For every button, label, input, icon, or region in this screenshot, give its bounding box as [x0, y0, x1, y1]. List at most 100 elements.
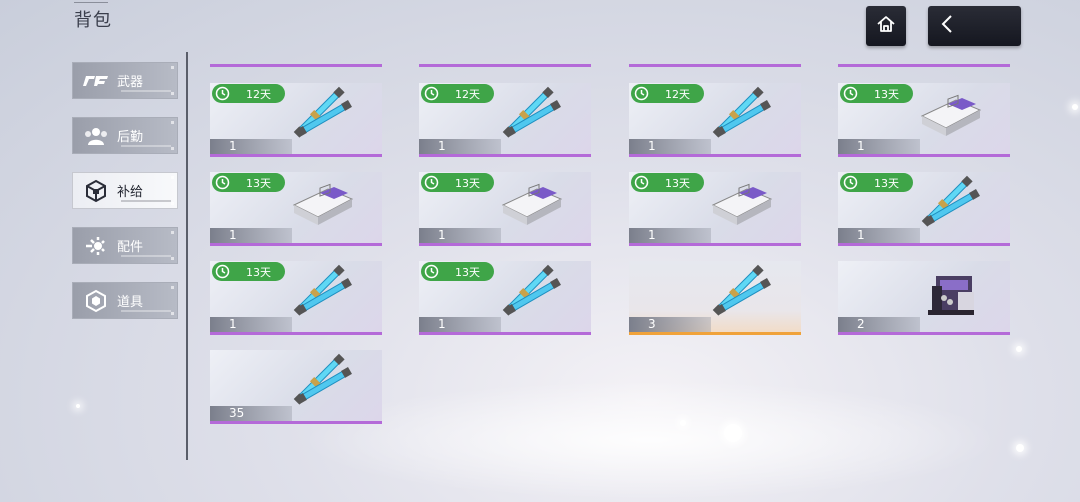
inventory-item-card[interactable]: 13天 1	[419, 172, 591, 246]
inventory-item-card[interactable]: 13天 1	[419, 261, 591, 335]
inventory-item-card[interactable]: 13天 1	[210, 261, 382, 335]
corner-mark	[171, 286, 174, 289]
item-quantity: 1	[229, 317, 237, 331]
item-quantity: 1	[438, 228, 446, 242]
expiry-days: 13天	[874, 87, 899, 101]
item-quantity: 1	[438, 317, 446, 331]
inventory-item-card[interactable]: 13天 1	[629, 172, 801, 246]
sidebar-item[interactable]: 武器	[72, 62, 178, 99]
sidebar-item-label: 配件	[117, 240, 144, 255]
row-divider	[629, 64, 801, 67]
syringe-item-icon	[709, 86, 773, 144]
corner-mark	[171, 147, 174, 150]
quantity-bar	[419, 139, 501, 154]
corner-mark	[171, 202, 174, 205]
expiry-timer-badge: 13天	[631, 173, 704, 192]
expiry-days: 13天	[455, 265, 480, 279]
box-item-icon	[918, 86, 982, 144]
label-subtext-line	[121, 145, 171, 147]
sparkle	[76, 404, 80, 408]
expiry-days: 12天	[665, 87, 690, 101]
back-button[interactable]	[928, 6, 1021, 46]
quantity-bar	[210, 228, 292, 243]
item-quantity: 1	[648, 228, 656, 242]
label-subtext-line	[121, 90, 171, 92]
sparkle	[724, 424, 742, 442]
quantity-bar	[210, 139, 292, 154]
inventory-item-card[interactable]: 12天 1	[419, 83, 591, 157]
gear-parts-icon	[79, 231, 113, 261]
inventory-item-card[interactable]: 35	[210, 350, 382, 424]
quantity-bar	[838, 228, 920, 243]
title-decoration	[74, 2, 108, 3]
expiry-days: 13天	[455, 176, 480, 190]
category-sidebar: 武器 后勤 补给 配件 道具	[72, 62, 180, 337]
corner-mark	[171, 176, 174, 179]
quantity-bar	[210, 317, 292, 332]
corner-mark	[171, 66, 174, 69]
label-subtext-line	[121, 200, 171, 202]
clock-icon	[843, 175, 858, 190]
expiry-days: 13天	[246, 265, 271, 279]
syringe-item-icon	[290, 264, 354, 322]
expiry-timer-badge: 13天	[212, 262, 285, 281]
row-divider	[210, 64, 382, 67]
item-quantity: 1	[648, 139, 656, 153]
weapon-logo-icon	[79, 66, 113, 96]
sidebar-item[interactable]: 道具	[72, 282, 178, 319]
clock-icon	[424, 264, 439, 279]
inventory-item-card[interactable]: 13天 1	[838, 172, 1010, 246]
quantity-bar	[629, 317, 711, 332]
item-quantity: 3	[648, 317, 656, 331]
home-button[interactable]	[866, 6, 906, 46]
clock-icon	[634, 86, 649, 101]
sparkle	[1072, 104, 1078, 110]
clock-icon	[843, 86, 858, 101]
quantity-bar	[419, 228, 501, 243]
expiry-timer-badge: 13天	[421, 173, 494, 192]
sidebar-item-label: 后勤	[117, 130, 144, 145]
inventory-item-card[interactable]: 13天 1	[838, 83, 1010, 157]
sparkle	[1016, 444, 1024, 452]
clock-icon	[424, 175, 439, 190]
sidebar-item[interactable]: 配件	[72, 227, 178, 264]
expiry-days: 13天	[246, 176, 271, 190]
back-arrow-icon	[940, 14, 954, 38]
sidebar-divider	[186, 52, 188, 460]
syringe-item-icon	[499, 86, 563, 144]
box-item-icon	[499, 175, 563, 233]
quantity-bar	[838, 139, 920, 154]
syringe-item-icon	[918, 175, 982, 233]
sidebar-item-label: 补给	[117, 185, 144, 200]
sidebar-item[interactable]: 后勤	[72, 117, 178, 154]
inventory-item-card[interactable]: 2	[838, 261, 1010, 335]
expiry-timer-badge: 12天	[631, 84, 704, 103]
inventory-item-card[interactable]: 12天 1	[210, 83, 382, 157]
background-glow	[300, 380, 1000, 500]
expiry-timer-badge: 13天	[840, 173, 913, 192]
syringe-item-icon	[499, 264, 563, 322]
expiry-timer-badge: 12天	[212, 84, 285, 103]
clock-icon	[215, 264, 230, 279]
item-quantity: 1	[438, 139, 446, 153]
expiry-timer-badge: 13天	[840, 84, 913, 103]
item-quantity: 1	[229, 228, 237, 242]
expiry-days: 13天	[874, 176, 899, 190]
people-icon	[79, 121, 113, 151]
sidebar-item[interactable]: 补给	[72, 172, 178, 209]
expiry-timer-badge: 13天	[212, 173, 285, 192]
corner-mark	[171, 92, 174, 95]
quantity-bar	[210, 406, 292, 421]
sidebar-item-label: 道具	[117, 295, 144, 310]
expiry-days: 12天	[455, 87, 480, 101]
inventory-item-card[interactable]: 13天 1	[210, 172, 382, 246]
inventory-item-card[interactable]: 3	[629, 261, 801, 335]
inventory-item-card[interactable]: 12天 1	[629, 83, 801, 157]
corner-mark	[171, 121, 174, 124]
expiry-timer-badge: 12天	[421, 84, 494, 103]
expiry-timer-badge: 13天	[421, 262, 494, 281]
corner-mark	[171, 312, 174, 315]
hexagon-icon	[79, 286, 113, 316]
expiry-days: 12天	[246, 87, 271, 101]
quantity-bar	[419, 317, 501, 332]
